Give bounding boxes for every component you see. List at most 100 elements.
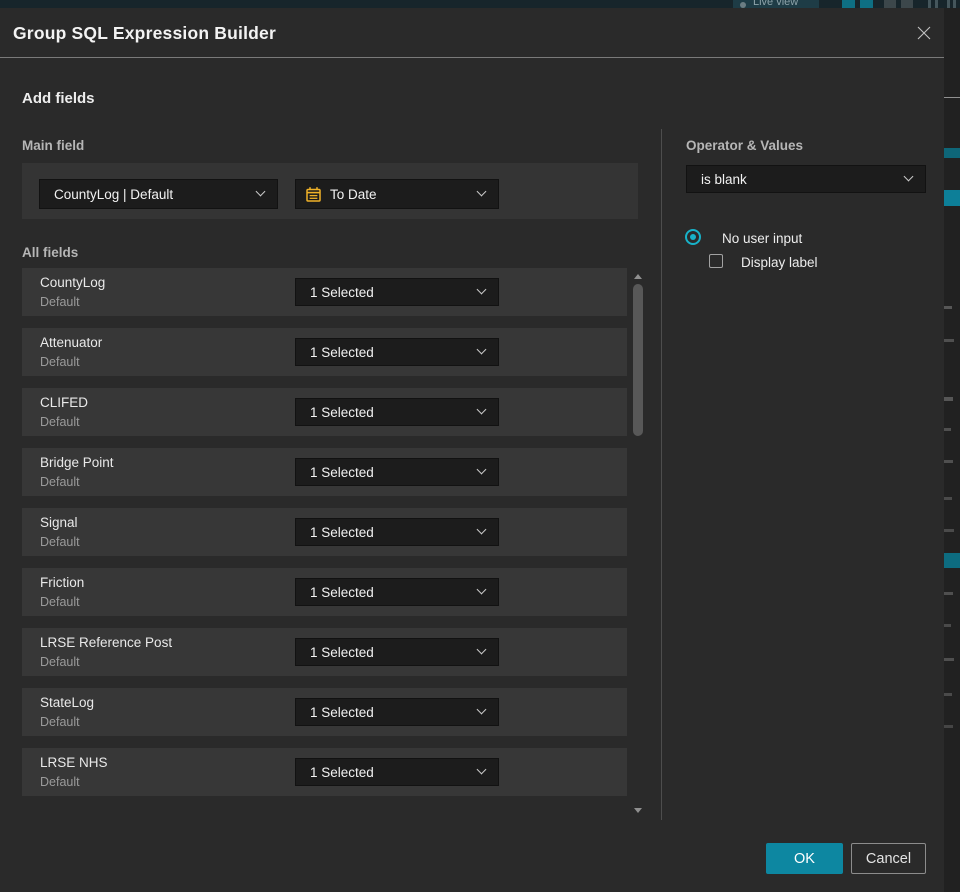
background-fragment bbox=[944, 97, 960, 98]
background-fragment bbox=[944, 529, 954, 532]
selected-count: 1 Selected bbox=[310, 344, 374, 360]
field-source: Default bbox=[40, 595, 80, 609]
display-label-text: Display label bbox=[741, 255, 818, 270]
background-fragment bbox=[944, 693, 952, 696]
all-fields-label: All fields bbox=[22, 245, 79, 260]
background-fragment bbox=[947, 0, 950, 8]
field-source: Default bbox=[40, 535, 80, 549]
scroll-down-icon[interactable] bbox=[634, 808, 642, 813]
background-fragment bbox=[944, 397, 953, 401]
group-sql-expression-builder-dialog: Group SQL Expression Builder Add fields … bbox=[0, 8, 944, 892]
fields-list-scrollbar[interactable] bbox=[631, 272, 646, 815]
selected-count: 1 Selected bbox=[310, 524, 374, 540]
panel-divider bbox=[661, 129, 662, 820]
background-fragment bbox=[860, 0, 873, 8]
display-label-checkbox[interactable] bbox=[709, 254, 723, 268]
ok-button[interactable]: OK bbox=[766, 843, 843, 874]
background-fragment bbox=[928, 0, 931, 8]
field-source: Default bbox=[40, 355, 80, 369]
calendar-icon bbox=[305, 186, 322, 206]
selected-count: 1 Selected bbox=[310, 644, 374, 660]
field-selected-dropdown[interactable]: 1 Selected bbox=[295, 758, 499, 786]
selected-count: 1 Selected bbox=[310, 464, 374, 480]
field-selected-dropdown[interactable]: 1 Selected bbox=[295, 578, 499, 606]
background-fragment bbox=[944, 658, 954, 661]
chevron-down-icon bbox=[476, 284, 487, 295]
field-name: LRSE Reference Post bbox=[40, 635, 173, 650]
background-toolbar: Live view bbox=[0, 0, 960, 8]
chevron-down-icon bbox=[476, 704, 487, 715]
background-fragment bbox=[944, 497, 952, 500]
background-fragment bbox=[944, 460, 953, 463]
background-fragment bbox=[842, 0, 855, 8]
field-selected-dropdown[interactable]: 1 Selected bbox=[295, 518, 499, 546]
field-name: CLIFED bbox=[40, 395, 89, 410]
field-selected-dropdown[interactable]: 1 Selected bbox=[295, 338, 499, 366]
field-selected-dropdown[interactable]: 1 Selected bbox=[295, 398, 499, 426]
field-selected-dropdown[interactable]: 1 Selected bbox=[295, 698, 499, 726]
chevron-down-icon bbox=[476, 524, 487, 535]
field-name: StateLog bbox=[40, 695, 95, 710]
background-fragment bbox=[884, 0, 896, 8]
main-field-date-select[interactable]: To Date bbox=[295, 179, 499, 209]
no-user-input-label: No user input bbox=[722, 231, 803, 246]
background-fragment bbox=[944, 148, 960, 158]
field-name: Bridge Point bbox=[40, 455, 114, 470]
field-source: Default bbox=[40, 715, 80, 729]
field-source: Default bbox=[40, 475, 80, 489]
chevron-down-icon bbox=[476, 644, 487, 655]
scroll-up-icon[interactable] bbox=[634, 274, 642, 279]
selected-count: 1 Selected bbox=[310, 284, 374, 300]
background-fragment bbox=[944, 553, 960, 568]
chevron-down-icon bbox=[476, 584, 487, 595]
cancel-button[interactable]: Cancel bbox=[851, 843, 926, 874]
chevron-down-icon bbox=[476, 404, 487, 415]
field-name: Signal bbox=[40, 515, 78, 530]
radio-selected-dot bbox=[690, 234, 696, 240]
chevron-down-icon bbox=[903, 171, 914, 182]
chevron-down-icon bbox=[255, 186, 266, 197]
background-fragment bbox=[944, 592, 953, 595]
selected-count: 1 Selected bbox=[310, 404, 374, 420]
main-field-date-value: To Date bbox=[330, 186, 377, 202]
main-field-label: Main field bbox=[22, 138, 85, 153]
screen: Live view Group SQL Expression Builder A… bbox=[0, 0, 960, 892]
background-panel-sliver bbox=[944, 8, 960, 892]
field-source: Default bbox=[40, 655, 80, 669]
chevron-down-icon bbox=[476, 186, 487, 197]
no-user-input-radio[interactable] bbox=[685, 229, 701, 245]
field-selected-dropdown[interactable]: 1 Selected bbox=[295, 458, 499, 486]
selected-count: 1 Selected bbox=[310, 764, 374, 780]
selected-count: 1 Selected bbox=[310, 584, 374, 600]
field-selected-dropdown[interactable]: 1 Selected bbox=[295, 638, 499, 666]
background-fragment bbox=[944, 306, 952, 309]
background-fragment bbox=[901, 0, 913, 8]
field-name: CountyLog bbox=[40, 275, 106, 290]
live-view-label: Live view bbox=[753, 0, 799, 8]
background-fragment bbox=[944, 428, 951, 431]
live-view-toggle: Live view bbox=[733, 0, 819, 8]
operator-values-label: Operator & Values bbox=[686, 138, 804, 153]
background-fragment bbox=[944, 725, 953, 728]
close-icon[interactable] bbox=[911, 21, 937, 47]
field-source: Default bbox=[40, 775, 80, 789]
chevron-down-icon bbox=[476, 464, 487, 475]
dialog-title: Group SQL Expression Builder bbox=[13, 23, 276, 43]
field-source: Default bbox=[40, 295, 80, 309]
scrollbar-thumb[interactable] bbox=[633, 284, 643, 436]
background-fragment bbox=[953, 0, 956, 8]
main-field-select[interactable]: CountyLog | Default bbox=[39, 179, 278, 209]
dialog-header: Group SQL Expression Builder bbox=[0, 8, 944, 58]
field-name: LRSE NHS bbox=[40, 755, 108, 770]
add-fields-heading: Add fields bbox=[22, 90, 95, 107]
field-selected-dropdown[interactable]: 1 Selected bbox=[295, 278, 499, 306]
background-fragment bbox=[935, 0, 938, 8]
field-name: Attenuator bbox=[40, 335, 103, 350]
background-fragment bbox=[944, 624, 951, 627]
selected-count: 1 Selected bbox=[310, 704, 374, 720]
field-name: Friction bbox=[40, 575, 85, 590]
chevron-down-icon bbox=[476, 344, 487, 355]
background-fragment bbox=[944, 339, 954, 342]
operator-select[interactable]: is blank bbox=[686, 165, 926, 193]
background-fragment bbox=[944, 190, 960, 206]
